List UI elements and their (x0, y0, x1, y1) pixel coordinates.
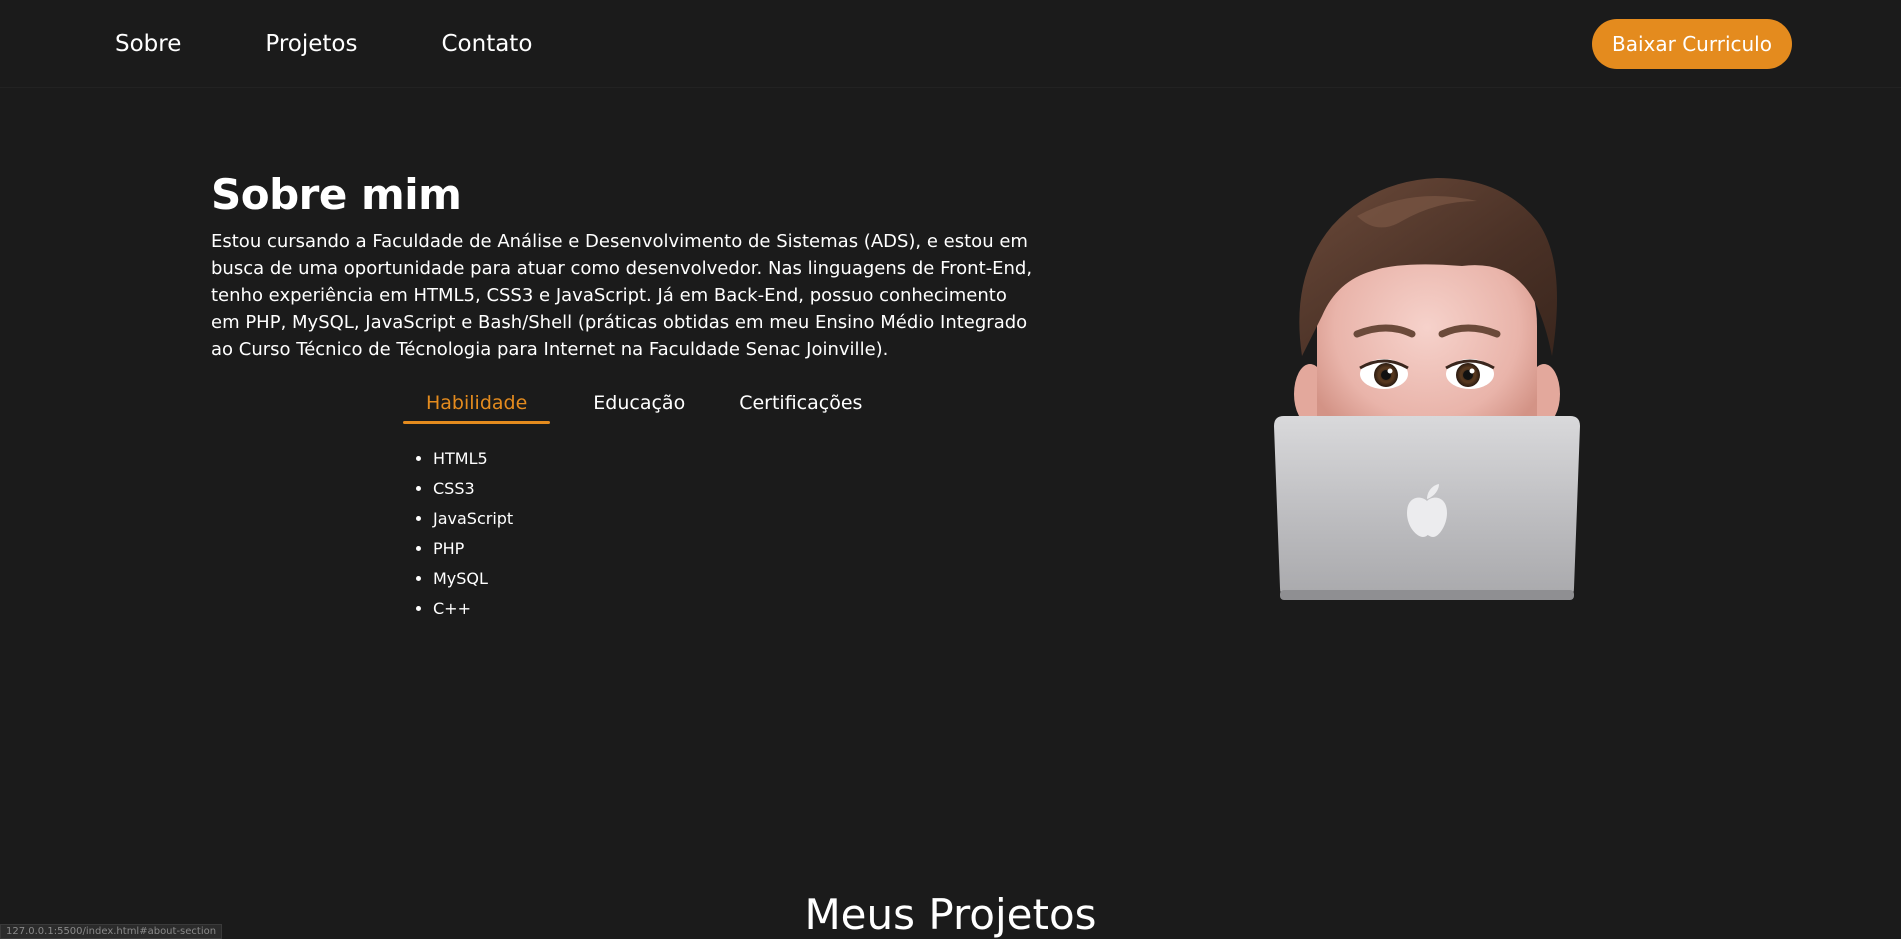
list-item: MySQL (433, 564, 513, 594)
nav-link-projetos[interactable]: Projetos (265, 31, 357, 57)
list-item: PHP (433, 534, 513, 564)
tab-habilidade[interactable]: Habilidade (403, 392, 551, 424)
projects-section-title: Meus Projetos (804, 890, 1097, 939)
skills-list: HTML5 CSS3 JavaScript PHP MySQL C++ (413, 444, 513, 624)
right-eye-glint (1469, 368, 1475, 374)
tab-educacao[interactable]: Educação (570, 392, 708, 424)
about-description: Estou cursando a Faculdade de Análise e … (211, 231, 1033, 360)
about-tabs: Habilidade Educação Certificações (403, 392, 885, 424)
top-navbar: Sobre Projetos Contato Baixar Curriculo (0, 0, 1901, 88)
status-bar-url: 127.0.0.1:5500/index.html#about-section (0, 924, 223, 939)
tab-certificacoes[interactable]: Certificações (716, 392, 885, 424)
left-eye-glint (1387, 368, 1393, 374)
download-cv-button[interactable]: Baixar Curriculo (1592, 19, 1792, 69)
nav-link-contato[interactable]: Contato (441, 31, 532, 57)
list-item: JavaScript (433, 504, 513, 534)
nav-links: Sobre Projetos Contato (115, 0, 532, 88)
list-item: CSS3 (433, 474, 513, 504)
list-item: C++ (433, 594, 513, 624)
laptop-base-edge (1280, 590, 1574, 600)
list-item: HTML5 (433, 444, 513, 474)
avatar (1274, 178, 1580, 600)
nav-link-sobre[interactable]: Sobre (115, 31, 181, 57)
about-title: Sobre mim (211, 170, 462, 219)
